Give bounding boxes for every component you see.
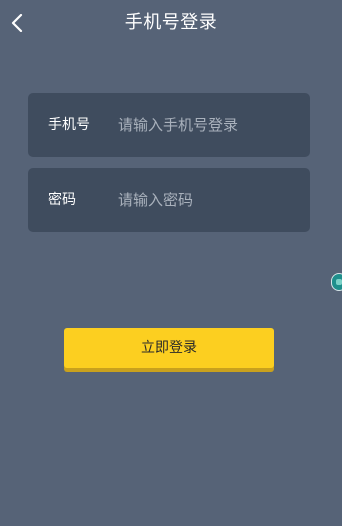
- phone-field: 手机号: [28, 93, 310, 157]
- floating-handle-icon[interactable]: [331, 273, 342, 291]
- phone-input[interactable]: [118, 110, 298, 140]
- password-field: 密码: [28, 168, 310, 232]
- login-button[interactable]: 立即登录: [64, 328, 274, 368]
- password-input[interactable]: [118, 185, 298, 215]
- password-label: 密码: [48, 192, 76, 208]
- top-bar: 手机号登录: [0, 0, 342, 46]
- page-title: 手机号登录: [124, 12, 218, 33]
- phone-label: 手机号: [48, 117, 90, 133]
- login-screen: 手机号登录 手机号 密码 立即登录: [0, 0, 342, 526]
